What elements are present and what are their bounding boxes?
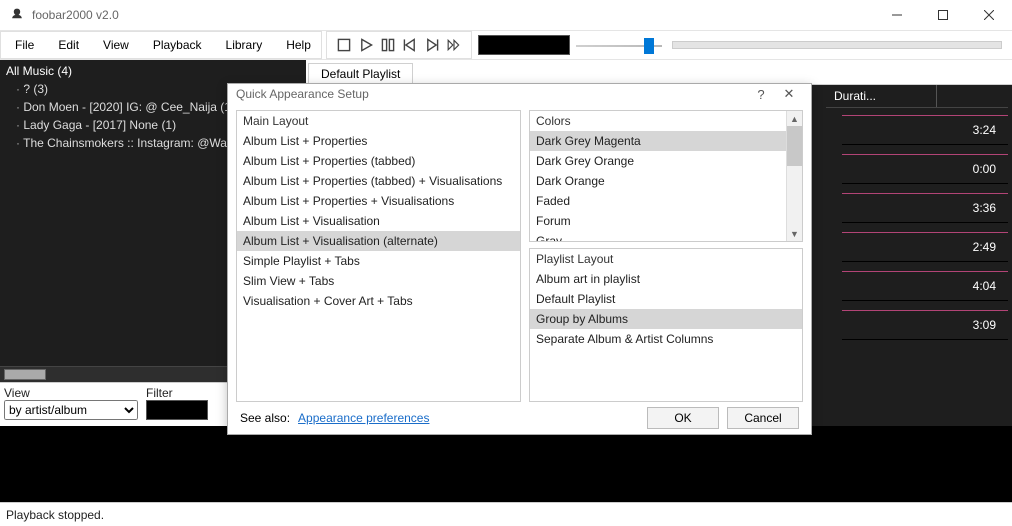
play-icon[interactable] (359, 38, 373, 52)
list-item[interactable]: Album List + Properties (tabbed) + Visua… (237, 171, 520, 191)
duration-cell[interactable]: 0:00 (842, 154, 1008, 184)
visualizer (478, 35, 570, 55)
cancel-button[interactable]: Cancel (727, 407, 799, 429)
menubar: File Edit View Playback Library Help (0, 31, 1012, 60)
colors-header: Colors (530, 111, 802, 131)
pause-icon[interactable] (381, 38, 395, 52)
list-item[interactable]: Separate Album & Artist Columns (530, 329, 802, 349)
duration-cell[interactable]: 3:24 (842, 115, 1008, 145)
quick-appearance-dialog: Quick Appearance Setup ? ✕ Main Layout A… (227, 83, 812, 435)
list-item[interactable]: Album List + Properties (237, 131, 520, 151)
duration-column: 3:24 0:00 3:36 2:49 4:04 3:09 (842, 115, 1008, 349)
window-titlebar: foobar2000 v2.0 (0, 0, 1012, 31)
volume-slider[interactable] (576, 35, 662, 55)
volume-thumb[interactable] (644, 38, 654, 54)
status-text: Playback stopped. (6, 508, 104, 522)
list-item[interactable]: Album List + Visualisation (237, 211, 520, 231)
main-layout-list[interactable]: Main Layout Album List + PropertiesAlbum… (236, 110, 521, 402)
dialog-help-button[interactable]: ? (747, 87, 775, 102)
list-item[interactable]: Dark Grey Orange (530, 151, 787, 171)
duration-cell[interactable]: 2:49 (842, 232, 1008, 262)
colors-scrollbar[interactable]: ▲ ▼ (786, 111, 802, 241)
list-item[interactable]: Dark Grey Magenta (530, 131, 787, 151)
duration-cell[interactable]: 3:09 (842, 310, 1008, 340)
list-item[interactable]: Album List + Properties (tabbed) (237, 151, 520, 171)
scrollbar-thumb[interactable] (4, 369, 46, 380)
duration-cell[interactable]: 3:36 (842, 193, 1008, 223)
list-item[interactable]: Visualisation + Cover Art + Tabs (237, 291, 520, 311)
list-item[interactable]: Dark Orange (530, 171, 787, 191)
window-title: foobar2000 v2.0 (32, 8, 874, 22)
maximize-button[interactable] (920, 0, 966, 30)
transport-toolbar (326, 31, 472, 59)
duration-cell[interactable]: 4:04 (842, 271, 1008, 301)
view-select[interactable]: by artist/album (4, 400, 138, 420)
prev-icon[interactable] (403, 38, 417, 52)
stop-icon[interactable] (337, 38, 351, 52)
next-icon[interactable] (425, 38, 439, 52)
dialog-close-button[interactable]: ✕ (775, 86, 803, 102)
ok-button[interactable]: OK (647, 407, 719, 429)
status-bar: Playback stopped. (0, 502, 1012, 526)
menu-edit[interactable]: Edit (48, 36, 89, 54)
playlist-tabs: Default Playlist (306, 60, 1012, 85)
bottom-strip (0, 426, 1012, 502)
filter-input[interactable] (146, 400, 208, 420)
dialog-footer: See also: Appearance preferences OK Canc… (228, 402, 811, 434)
menu-file[interactable]: File (5, 36, 44, 54)
dialog-title: Quick Appearance Setup (236, 87, 369, 101)
list-item[interactable]: Group by Albums (530, 309, 802, 329)
seek-bar[interactable] (672, 41, 1002, 49)
list-item[interactable]: Slim View + Tabs (237, 271, 520, 291)
colors-list[interactable]: Colors Dark Grey MagentaDark Grey Orange… (529, 110, 803, 242)
list-item[interactable]: Default Playlist (530, 289, 802, 309)
view-label: View (4, 386, 138, 400)
random-icon[interactable] (447, 38, 461, 52)
menu-library[interactable]: Library (216, 36, 273, 54)
list-item[interactable]: Album List + Visualisation (alternate) (237, 231, 520, 251)
main-layout-header: Main Layout (237, 111, 520, 131)
list-item[interactable]: Gray (530, 231, 787, 242)
column-header-duration[interactable]: Durati... (826, 85, 1008, 108)
playlist-layout-header: Playlist Layout (530, 249, 802, 269)
appearance-prefs-link[interactable]: Appearance preferences (298, 411, 429, 425)
menu-playback[interactable]: Playback (143, 36, 212, 54)
tab-default-playlist[interactable]: Default Playlist (308, 63, 413, 84)
see-also-label: See also: (240, 411, 290, 425)
scroll-up-icon[interactable]: ▲ (787, 111, 802, 126)
menu-view[interactable]: View (93, 36, 139, 54)
dialog-titlebar: Quick Appearance Setup ? ✕ (228, 84, 811, 104)
filter-label: Filter (146, 386, 208, 400)
scroll-down-icon[interactable]: ▼ (787, 226, 802, 241)
list-item[interactable]: Forum (530, 211, 787, 231)
list-item[interactable]: Simple Playlist + Tabs (237, 251, 520, 271)
list-item[interactable]: Album art in playlist (530, 269, 802, 289)
close-button[interactable] (966, 0, 1012, 30)
list-item[interactable]: Faded (530, 191, 787, 211)
scrollbar-thumb[interactable] (787, 126, 802, 166)
tree-root[interactable]: All Music (4) (6, 62, 300, 80)
minimize-button[interactable] (874, 0, 920, 30)
app-icon (8, 6, 26, 24)
menu-help[interactable]: Help (276, 36, 321, 54)
playlist-layout-list[interactable]: Playlist Layout Album art in playlistDef… (529, 248, 803, 402)
list-item[interactable]: Album List + Properties + Visualisations (237, 191, 520, 211)
